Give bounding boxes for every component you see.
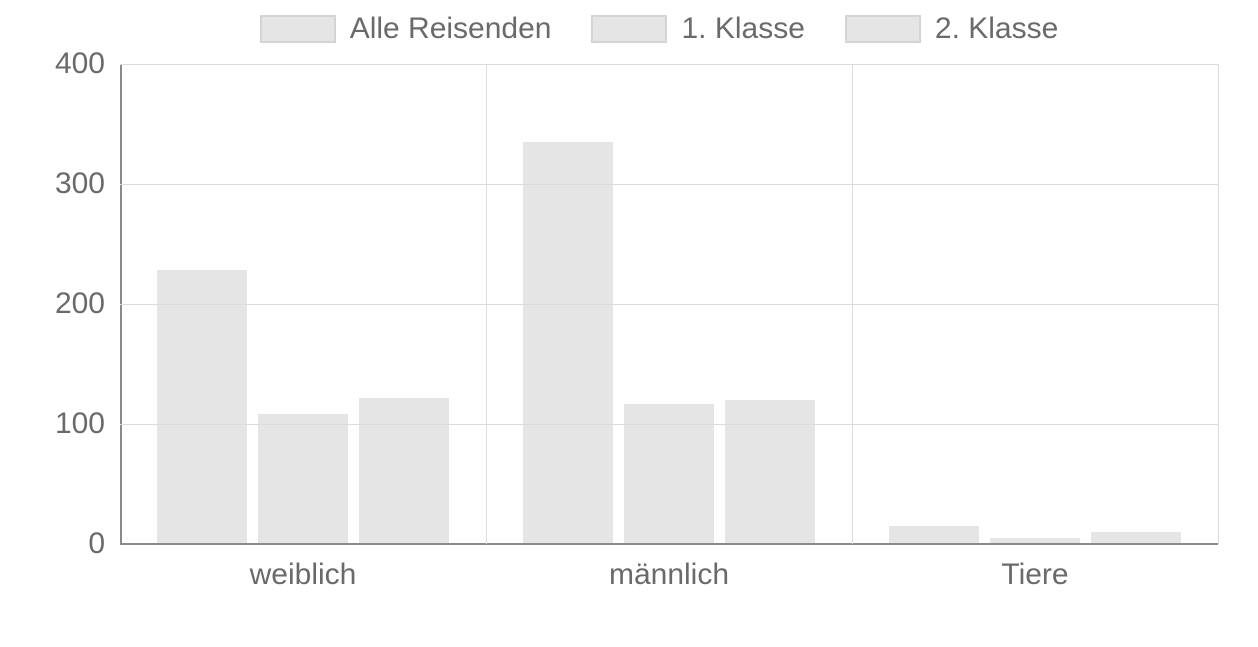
- grid-line: [852, 64, 853, 544]
- x-tick-label: Tiere: [1001, 558, 1068, 592]
- legend-label: 2. Klasse: [935, 12, 1058, 46]
- x-tick-label: männlich: [609, 558, 729, 592]
- bar: [157, 270, 247, 544]
- grid-line: [120, 64, 1218, 65]
- y-tick-label: 300: [20, 167, 105, 201]
- y-tick-label: 100: [20, 407, 105, 441]
- legend-label: 1. Klasse: [681, 12, 804, 46]
- grid-line: [1218, 64, 1219, 544]
- legend-item: 2. Klasse: [845, 12, 1058, 46]
- bar: [523, 142, 613, 544]
- x-axis: weiblich männlich Tiere: [120, 544, 1218, 604]
- plot-area: 0100200300400: [120, 64, 1218, 544]
- grid-line: [486, 64, 487, 544]
- grid-line: [120, 424, 1218, 425]
- legend-label: Alle Reisenden: [350, 12, 552, 46]
- y-axis: 0100200300400: [20, 64, 115, 544]
- legend-swatch: [260, 15, 336, 43]
- bar: [359, 398, 449, 544]
- legend: Alle Reisenden 1. Klasse 2. Klasse: [80, 0, 1238, 64]
- y-tick-label: 0: [20, 527, 105, 561]
- y-tick-label: 200: [20, 287, 105, 321]
- bar: [889, 526, 979, 544]
- grid-line: [120, 184, 1218, 185]
- y-tick-label: 400: [20, 47, 105, 81]
- bar: [258, 414, 348, 544]
- grid-line: [120, 304, 1218, 305]
- legend-swatch: [591, 15, 667, 43]
- bar-chart: Alle Reisenden 1. Klasse 2. Klasse 01002…: [20, 0, 1238, 647]
- legend-swatch: [845, 15, 921, 43]
- bar: [725, 400, 815, 544]
- legend-item: Alle Reisenden: [260, 12, 552, 46]
- legend-item: 1. Klasse: [591, 12, 804, 46]
- x-tick-label: weiblich: [250, 558, 357, 592]
